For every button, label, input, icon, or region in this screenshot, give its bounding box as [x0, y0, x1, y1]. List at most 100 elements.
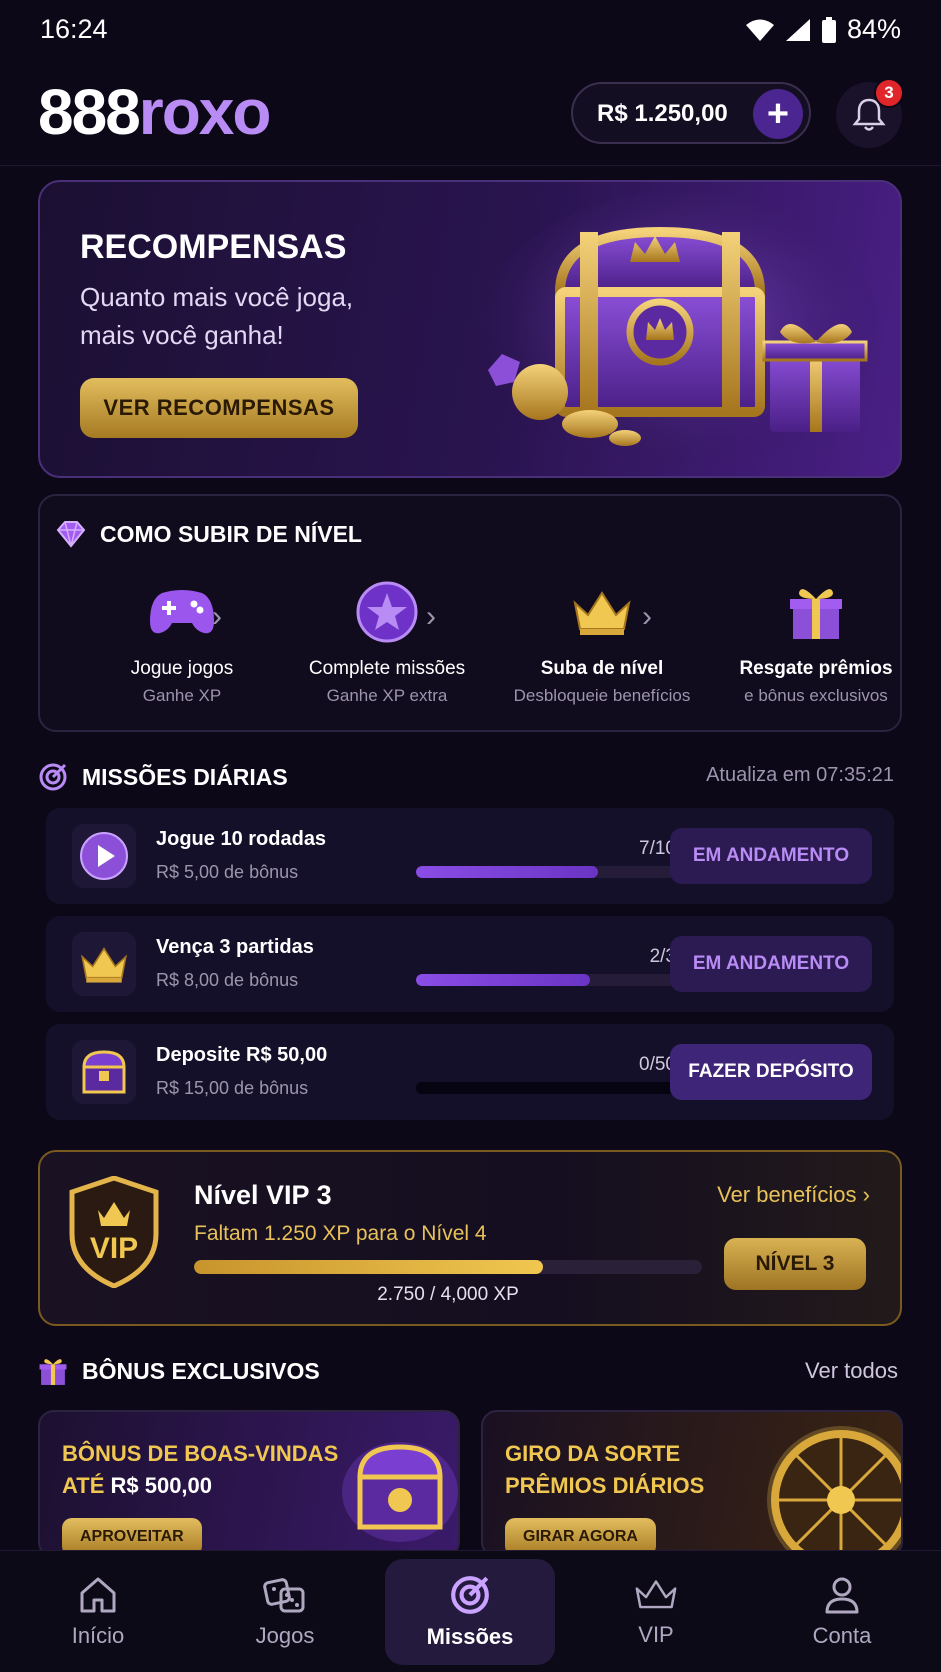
welcome-bonus-card[interactable]: BÔNUS DE BOAS-VINDAS ATÉ R$ 500,00 APROV…: [38, 1410, 460, 1558]
missions-title-row: MISSÕES DIÁRIAS: [38, 762, 288, 792]
diamond-icon: [56, 521, 86, 548]
mission-status-button[interactable]: EM ANDAMENTO: [670, 828, 872, 884]
fortune-wheel-icon: [767, 1426, 901, 1556]
step-label: Complete missões: [308, 658, 466, 679]
mission-progress-fill: [416, 974, 591, 986]
status-icons: 84%: [745, 14, 901, 45]
rewards-banner[interactable]: RECOMPENSAS Quanto mais você joga, mais …: [38, 180, 902, 478]
step-sub: e bônus exclusivos: [744, 686, 888, 705]
step-sub: Ganhe XP extra: [326, 686, 448, 705]
mission-row[interactable]: Jogue 10 rodadas R$ 5,00 de bônus 7/10 E…: [46, 808, 894, 904]
mission-count: 7/10: [639, 838, 676, 859]
mission-progress-bar: [416, 974, 676, 986]
crown-icon: [635, 1580, 677, 1609]
missions-title: MISSÕES DIÁRIAS: [82, 763, 288, 790]
bonus-title: BÔNUS EXCLUSIVOS: [82, 1357, 320, 1384]
welcome-bonus-line1: BÔNUS DE BOAS-VINDAS: [62, 1441, 339, 1466]
chest-icon: [82, 1050, 126, 1094]
vip-benefits-link[interactable]: Ver benefícios ›: [717, 1182, 870, 1208]
step-level-up: Suba de nível Desbloqueie benefícios: [502, 580, 702, 706]
mission-reward: R$ 15,00 de bônus: [156, 1078, 309, 1098]
nav-label: Início: [71, 1623, 125, 1648]
play-icon: [80, 832, 128, 880]
levels-title: COMO SUBIR DE NÍVEL: [100, 520, 362, 547]
vip-level-card[interactable]: VIP Nível VIP 3 Faltam 1.250 XP para o N…: [38, 1150, 902, 1326]
logo-part-white: 888: [38, 76, 141, 148]
vip-xp-value: 2.750 / 4,000 XP: [377, 1284, 519, 1305]
missions-refresh-timer: Atualiza em 07:35:21: [706, 764, 894, 786]
add-funds-button[interactable]: +: [753, 89, 803, 139]
balance-amount: R$ 1.250,00: [597, 100, 728, 127]
mission-count: 2/3: [649, 946, 676, 967]
mission-row[interactable]: Vença 3 partidas R$ 8,00 de bônus 2/3 EM…: [46, 916, 894, 1012]
crown-icon: [80, 947, 128, 983]
notifications-button[interactable]: 3: [836, 78, 904, 148]
welcome-bonus-line2: ATÉ R$ 500,00: [62, 1470, 338, 1502]
status-time: 16:24: [40, 14, 108, 44]
nav-item-conta[interactable]: Conta: [752, 1551, 932, 1672]
bonus-title-row: BÔNUS EXCLUSIVOS: [38, 1356, 320, 1386]
mission-title: Deposite R$ 50,00: [156, 1044, 328, 1066]
hero-subtitle-line1: Quanto mais você joga,: [80, 282, 354, 312]
vip-level-title: Nível VIP 3: [194, 1180, 332, 1210]
step-redeem-prizes: Resgate prêmios e bônus exclusivos: [716, 580, 916, 706]
signal-icon: [785, 18, 810, 41]
chevron-right-icon: ›: [212, 600, 222, 633]
dice-icon: [263, 1578, 305, 1613]
lucky-spin-subtitle: PRÊMIOS DIÁRIOS: [505, 1473, 705, 1498]
step-label: Suba de nível: [540, 658, 664, 679]
balance-pill[interactable]: R$ 1.250,00 +: [571, 82, 811, 144]
mission-row[interactable]: Deposite R$ 50,00 R$ 15,00 de bônus 0/50…: [46, 1024, 894, 1120]
view-rewards-button[interactable]: VER RECOMPENSAS: [80, 378, 358, 438]
nav-label: Conta: [812, 1623, 872, 1648]
home-icon: [80, 1577, 116, 1613]
vip-xp-needed: Faltam 1.250 XP para o Nível 4: [194, 1222, 487, 1245]
mission-progress-fill: [416, 866, 598, 878]
see-all-link[interactable]: Ver todos: [805, 1358, 898, 1384]
wifi-icon: [745, 19, 774, 41]
chest-icon: [342, 1442, 458, 1542]
mission-status-button[interactable]: EM ANDAMENTO: [670, 936, 872, 992]
app-header: 888roxo R$ 1.250,00 + 3: [0, 60, 941, 166]
bottom-navigation: Início Jogos Missões VIP Conta: [0, 1550, 941, 1672]
make-deposit-button[interactable]: FAZER DEPÓSITO: [670, 1044, 872, 1100]
mission-progress-bar: [416, 1082, 676, 1094]
target-icon: [39, 763, 67, 791]
nav-item-inicio[interactable]: Início: [8, 1551, 188, 1672]
step-sub: Ganhe XP: [142, 686, 222, 705]
notification-badge: 3: [874, 78, 904, 108]
step-complete-missions: Complete missões Ganhe XP extra: [287, 580, 487, 706]
logo-part-purple: roxo: [138, 76, 272, 148]
star-icon: [356, 581, 418, 643]
nav-label: VIP: [638, 1622, 674, 1647]
crown-icon: [573, 591, 631, 635]
lucky-spin-title: GIRO DA SORTE: [505, 1441, 681, 1466]
nav-item-missoes[interactable]: Missões: [385, 1559, 555, 1665]
nav-item-vip[interactable]: VIP: [566, 1551, 746, 1672]
user-icon: [825, 1577, 859, 1614]
status-bar: 16:24 84%: [0, 0, 941, 60]
mission-icon-box: [72, 1040, 136, 1104]
levels-title-row: COMO SUBIR DE NÍVEL: [56, 520, 362, 548]
mission-count: 0/50: [639, 1054, 676, 1075]
nav-label: Missões: [426, 1624, 514, 1649]
lucky-spin-card[interactable]: GIRO DA SORTE PRÊMIOS DIÁRIOS GIRAR AGOR…: [481, 1410, 903, 1558]
step-label: Jogue jogos: [130, 658, 234, 679]
vip-progress-fill: [194, 1260, 544, 1274]
exclusive-bonus-header: BÔNUS EXCLUSIVOS Ver todos: [38, 1352, 902, 1392]
mission-icon-box: [72, 824, 136, 888]
chevron-right-icon: ›: [862, 1182, 870, 1207]
brand-logo[interactable]: 888roxo: [38, 80, 271, 144]
mission-reward: R$ 5,00 de bônus: [156, 862, 299, 882]
step-label: Resgate prêmios: [739, 658, 893, 679]
target-icon: [451, 1576, 489, 1614]
step-play-games: Jogue jogos Ganhe XP: [82, 580, 282, 706]
mission-progress-bar: [416, 866, 676, 878]
battery-icon: [821, 16, 836, 43]
mission-icon-box: [72, 932, 136, 996]
welcome-bonus-prefix: ATÉ: [62, 1473, 111, 1498]
mission-reward: R$ 8,00 de bônus: [156, 970, 299, 990]
nav-item-jogos[interactable]: Jogos: [195, 1551, 375, 1672]
vip-level-button[interactable]: NÍVEL 3: [724, 1238, 866, 1290]
hero-subtitle: Quanto mais você joga, mais você ganha!: [80, 278, 420, 354]
